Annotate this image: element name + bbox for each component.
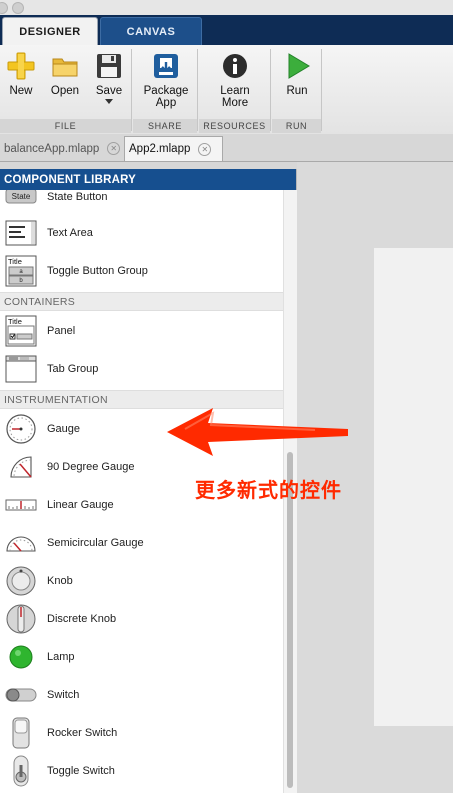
component-item-discrete-knob[interactable]: Discrete Knob — [0, 600, 283, 638]
component-item-toggle-switch[interactable]: Toggle Switch — [0, 752, 283, 790]
new-button[interactable]: New — [1, 49, 41, 115]
component-item-panel[interactable]: Title Panel — [0, 312, 283, 350]
new-plus-icon — [7, 52, 35, 80]
toggle-button-group-icon: Title a b — [4, 254, 38, 288]
component-item-label: Gauge — [47, 423, 81, 435]
component-item-label: Toggle Switch — [47, 765, 115, 777]
svg-text:Title: Title — [8, 257, 22, 266]
package-app-button[interactable]: Package App — [144, 49, 188, 115]
component-item-tab-group[interactable]: Tab Group — [0, 350, 283, 388]
svg-text:Title: Title — [8, 317, 22, 326]
component-item-switch[interactable]: Switch — [0, 676, 283, 714]
tab-group-icon — [4, 352, 38, 386]
tab-canvas[interactable]: CANVAS — [100, 17, 202, 45]
run-button[interactable]: Run — [277, 49, 317, 115]
package-app-label: Package App — [143, 85, 189, 109]
run-group: Run RUN — [272, 45, 322, 134]
doc-tab-label: App2.mlapp — [129, 143, 191, 155]
ribbon-tab-bar: DESIGNER CANVAS — [0, 15, 453, 45]
text-area-icon — [4, 216, 38, 250]
rocker-switch-icon — [4, 716, 38, 750]
linear-gauge-icon — [4, 488, 38, 522]
group-divider — [270, 49, 271, 131]
close-icon[interactable]: ✕ — [107, 142, 121, 155]
component-item-label: Discrete Knob — [47, 613, 117, 625]
annotation-text: 更多新式的控件 — [195, 478, 342, 502]
component-item-label: Switch — [47, 689, 80, 701]
group-divider — [197, 49, 198, 131]
ninety-degree-gauge-icon — [4, 450, 38, 484]
file-group: New Open Save FILE — [0, 45, 132, 134]
component-item-text-area[interactable]: Text Area — [0, 214, 283, 252]
app-figure-canvas[interactable] — [374, 248, 453, 726]
open-button[interactable]: Open — [45, 49, 85, 115]
component-library-header: COMPONENT LIBRARY — [0, 169, 296, 190]
component-item-label: Panel — [47, 325, 76, 337]
resources-group: Learn More RESOURCES — [199, 45, 271, 134]
chevron-down-icon[interactable] — [105, 99, 113, 104]
tab-designer[interactable]: DESIGNER — [2, 17, 98, 45]
floppy-disk-icon — [97, 54, 121, 78]
learn-more-button[interactable]: Learn More — [214, 49, 256, 115]
ribbon-toolbar: New Open Save FILE Package App SHARE Lea… — [0, 45, 453, 135]
info-icon — [223, 54, 247, 78]
panel-icon: Title — [4, 314, 38, 348]
component-item-label: Linear Gauge — [47, 499, 114, 511]
share-group: Package App SHARE — [133, 45, 198, 134]
save-label: Save — [95, 85, 123, 97]
component-item-label: State Button — [47, 191, 108, 203]
learn-more-label: Learn More — [220, 85, 250, 109]
close-icon[interactable]: ✕ — [198, 142, 212, 156]
state-button-icon: State — [4, 190, 38, 214]
svg-text:State: State — [12, 192, 31, 201]
discrete-knob-icon — [4, 602, 38, 636]
window-control-button[interactable] — [0, 2, 8, 14]
knob-icon — [4, 564, 38, 598]
component-item-label: Text Area — [47, 227, 93, 239]
doc-tab-balanceapp[interactable]: balanceApp.mlapp ✕ — [0, 136, 124, 161]
section-header-containers: CONTAINERS — [0, 292, 283, 311]
document-tab-bar: balanceApp.mlapp ✕ App2.mlapp ✕ — [0, 134, 453, 162]
gauge-icon — [4, 412, 38, 446]
window-titlebar — [0, 0, 453, 16]
switch-icon — [4, 678, 38, 712]
toggle-switch-icon — [4, 754, 38, 788]
save-button[interactable]: Save — [89, 49, 129, 115]
component-item-label: Semicircular Gauge — [47, 537, 144, 549]
run-play-icon — [288, 53, 310, 79]
component-item-toggle-button-group[interactable]: Title a b Toggle Button Group — [0, 252, 283, 290]
share-group-label: SHARE — [133, 119, 197, 133]
new-label: New — [9, 85, 33, 97]
component-item-label: Tab Group — [47, 363, 99, 375]
resources-group-label: RESOURCES — [199, 119, 270, 133]
component-item-label: Lamp — [47, 651, 75, 663]
lamp-icon — [4, 640, 38, 674]
folder-icon — [52, 58, 78, 77]
file-group-label: FILE — [0, 119, 131, 133]
annotation-arrow-icon — [167, 408, 348, 456]
component-item-knob[interactable]: Knob — [0, 562, 283, 600]
component-item-rocker-switch[interactable]: Rocker Switch — [0, 714, 283, 752]
component-item-label: Knob — [47, 575, 73, 587]
package-app-icon — [154, 54, 178, 78]
group-divider — [131, 49, 132, 131]
run-group-label: RUN — [272, 119, 321, 133]
semicircular-gauge-icon — [4, 526, 38, 560]
component-item-label: Rocker Switch — [47, 727, 118, 739]
open-label: Open — [50, 85, 80, 97]
component-item-semicircular-gauge[interactable]: Semicircular Gauge — [0, 524, 283, 562]
run-label: Run — [286, 85, 308, 97]
component-item-state-button[interactable]: State State Button — [0, 190, 283, 216]
doc-tab-label: balanceApp.mlapp — [4, 142, 100, 155]
group-divider — [321, 49, 322, 131]
window-control-button[interactable] — [12, 2, 24, 14]
component-item-lamp[interactable]: Lamp — [0, 638, 283, 676]
component-item-label: 90 Degree Gauge — [47, 461, 135, 473]
component-item-label: Toggle Button Group — [47, 265, 148, 277]
doc-tab-app2[interactable]: App2.mlapp ✕ — [124, 136, 223, 161]
